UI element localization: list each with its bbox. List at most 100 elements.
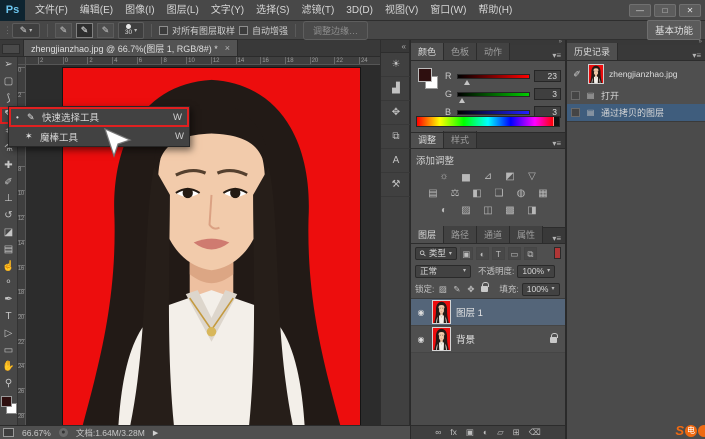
lasso-tool[interactable]: ⟆ — [0, 91, 18, 108]
workspace-switcher-button[interactable]: 基本功能 — [647, 20, 701, 40]
blend-mode-select[interactable]: 正常▾ — [415, 265, 471, 278]
panel-tab[interactable]: 颜色 — [411, 43, 444, 60]
layer-name[interactable]: 背景 — [456, 332, 475, 346]
panel-tab[interactable]: 样式 — [444, 131, 477, 148]
panel-tab[interactable]: 属性 — [510, 226, 543, 243]
menu-item[interactable]: 3D(D) — [340, 0, 379, 21]
document-tab[interactable]: zhengjianzhao.jpg @ 66.7%(图层 1, RGB/8#) … — [23, 39, 238, 56]
hue-saturation-icon[interactable]: ▤ — [426, 187, 441, 200]
green-value-field[interactable]: 3 — [534, 88, 561, 100]
menu-item[interactable]: 滤镜(T) — [296, 0, 341, 21]
layer-style-icon[interactable]: fx — [450, 426, 457, 439]
pen-tool[interactable]: ✒ — [0, 292, 18, 309]
fill-field[interactable]: 100%▾ — [522, 283, 560, 296]
brush-tool[interactable]: ✐ — [0, 175, 18, 192]
red-slider[interactable] — [457, 74, 530, 79]
auto-enhance-checkbox[interactable] — [239, 26, 248, 35]
properties-dock-icon[interactable]: ☀ — [381, 53, 411, 77]
flyout-item-quick-selection[interactable]: • ✎ 快速选择工具 W — [9, 107, 189, 127]
options-grip[interactable]: ⋮⋮ — [3, 26, 8, 34]
opacity-field[interactable]: 100%▾ — [517, 265, 555, 278]
invert-icon[interactable]: ◐ — [437, 204, 452, 217]
lock-image-pixels-icon[interactable]: ✎ — [451, 284, 462, 295]
add-layer-mask-icon[interactable]: ▣ — [466, 426, 474, 439]
history-step-layer-via-copy[interactable]: ▤ 通过拷贝的图层 — [567, 104, 705, 121]
menu-item[interactable]: 编辑(E) — [74, 0, 119, 21]
new-layer-icon[interactable]: ⊞ — [513, 426, 520, 439]
delete-layer-icon[interactable]: ⌫ — [529, 426, 541, 439]
red-value-field[interactable]: 23 — [534, 70, 561, 82]
tool-presets-dock-icon[interactable]: ⚒ — [381, 173, 411, 197]
ruler-origin-corner[interactable] — [18, 57, 26, 65]
lock-position-icon[interactable]: ✥ — [465, 284, 476, 295]
vibrance-icon[interactable]: ▽ — [525, 170, 540, 183]
selective-color-icon[interactable]: ◨ — [525, 204, 540, 217]
curves-icon[interactable]: ⊿ — [481, 170, 496, 183]
panel-menu-icon[interactable]: ▾≡ — [692, 51, 705, 60]
slider-thumb[interactable] — [464, 80, 470, 85]
color-balance-icon[interactable]: ⚖ — [448, 187, 463, 200]
history-source-checkbox[interactable] — [571, 108, 580, 117]
black-white-icon[interactable]: ◧ — [470, 187, 485, 200]
menu-item[interactable]: 选择(S) — [250, 0, 295, 21]
menu-item[interactable]: 视图(V) — [379, 0, 424, 21]
menu-item[interactable]: 图层(L) — [161, 0, 205, 21]
screen-mode-icon[interactable] — [3, 428, 14, 437]
dock-collapse-chevron[interactable]: « — [381, 40, 409, 53]
layer-name[interactable]: 图层 1 — [456, 305, 483, 319]
tab-close-icon[interactable]: × — [225, 43, 230, 53]
horizontal-ruler[interactable]: 2024681012141618202224 — [26, 57, 380, 65]
menu-item[interactable]: 图像(I) — [119, 0, 160, 21]
new-adjustment-layer-icon[interactable]: ◐ — [483, 426, 488, 439]
shape-layer-filter-icon[interactable]: ▭ — [508, 247, 521, 260]
menu-item[interactable]: 窗口(W) — [424, 0, 472, 21]
path-selection-tool[interactable]: ▷ — [0, 326, 18, 343]
dodge-tool[interactable]: ⚬ — [0, 275, 18, 292]
panel-menu-icon[interactable]: ▾≡ — [552, 139, 565, 148]
color-spectrum-ramp[interactable] — [416, 116, 560, 127]
zoom-level-field[interactable]: 66.67% — [22, 428, 51, 438]
eraser-tool[interactable]: ◪ — [0, 225, 18, 242]
menu-item[interactable]: 文字(Y) — [205, 0, 250, 21]
flyout-item-magic-wand[interactable]: ✶ 魔棒工具 W — [9, 127, 189, 146]
color-lookup-icon[interactable]: ▦ — [536, 187, 551, 200]
layer-row-layer-1[interactable]: ◉ 图层 1 — [411, 299, 565, 326]
levels-icon[interactable]: ▅ — [459, 170, 474, 183]
panel-menu-icon[interactable]: ▾≡ — [552, 234, 565, 243]
filter-toggle-switch[interactable] — [554, 247, 561, 259]
history-brush-source-icon[interactable]: ✐ — [571, 69, 583, 80]
menu-item[interactable]: 帮助(H) — [472, 0, 518, 21]
status-options-arrow[interactable]: ▶ — [153, 429, 158, 437]
new-selection-button[interactable]: ✎ — [55, 23, 72, 38]
clone-stamp-tool[interactable]: ⊥ — [0, 191, 18, 208]
spot-healing-brush-tool[interactable]: ✚ — [0, 158, 18, 175]
layer-comps-dock-icon[interactable]: ⧉ — [381, 125, 411, 149]
current-tool-preview[interactable]: ✎▾ — [12, 23, 40, 38]
layer-filter-type-picker[interactable]: ⚲类型▾ — [415, 247, 457, 260]
pixel-layer-filter-icon[interactable]: ▣ — [460, 247, 473, 260]
subtract-from-selection-button[interactable]: ✎ — [97, 23, 114, 38]
adjustment-layer-filter-icon[interactable]: ◐ — [476, 247, 489, 260]
close-button[interactable]: ✕ — [679, 4, 701, 17]
brush-size-picker[interactable]: 30 ▾ — [118, 22, 144, 39]
panel-tab[interactable]: 动作 — [477, 43, 510, 60]
visibility-eye-icon[interactable]: ◉ — [415, 308, 427, 317]
lock-all-icon[interactable] — [479, 284, 490, 294]
panel-tab[interactable]: 图层 — [411, 226, 444, 243]
panel-foreground-swatch[interactable] — [418, 68, 432, 82]
character-dock-icon[interactable]: A — [381, 149, 411, 173]
clone-source-dock-icon[interactable]: ✥ — [381, 101, 411, 125]
new-group-icon[interactable]: ▱ — [497, 426, 504, 439]
tab-history[interactable]: 历史记录 — [567, 43, 618, 60]
gradient-tool[interactable]: ▤ — [0, 242, 18, 259]
gradient-map-icon[interactable]: ▩ — [503, 204, 518, 217]
type-layer-filter-icon[interactable]: T — [492, 247, 505, 260]
history-source-checkbox[interactable] — [571, 91, 580, 100]
posterize-icon[interactable]: ▨ — [459, 204, 474, 217]
exposure-icon[interactable]: ◩ — [503, 170, 518, 183]
rectangle-tool[interactable]: ▭ — [0, 343, 18, 360]
rectangular-marquee-tool[interactable]: ▢ — [0, 74, 18, 91]
visibility-eye-icon[interactable]: ◉ — [415, 335, 427, 344]
brightness-contrast-icon[interactable]: ☼ — [437, 170, 452, 183]
layer-thumbnail[interactable] — [432, 327, 451, 351]
